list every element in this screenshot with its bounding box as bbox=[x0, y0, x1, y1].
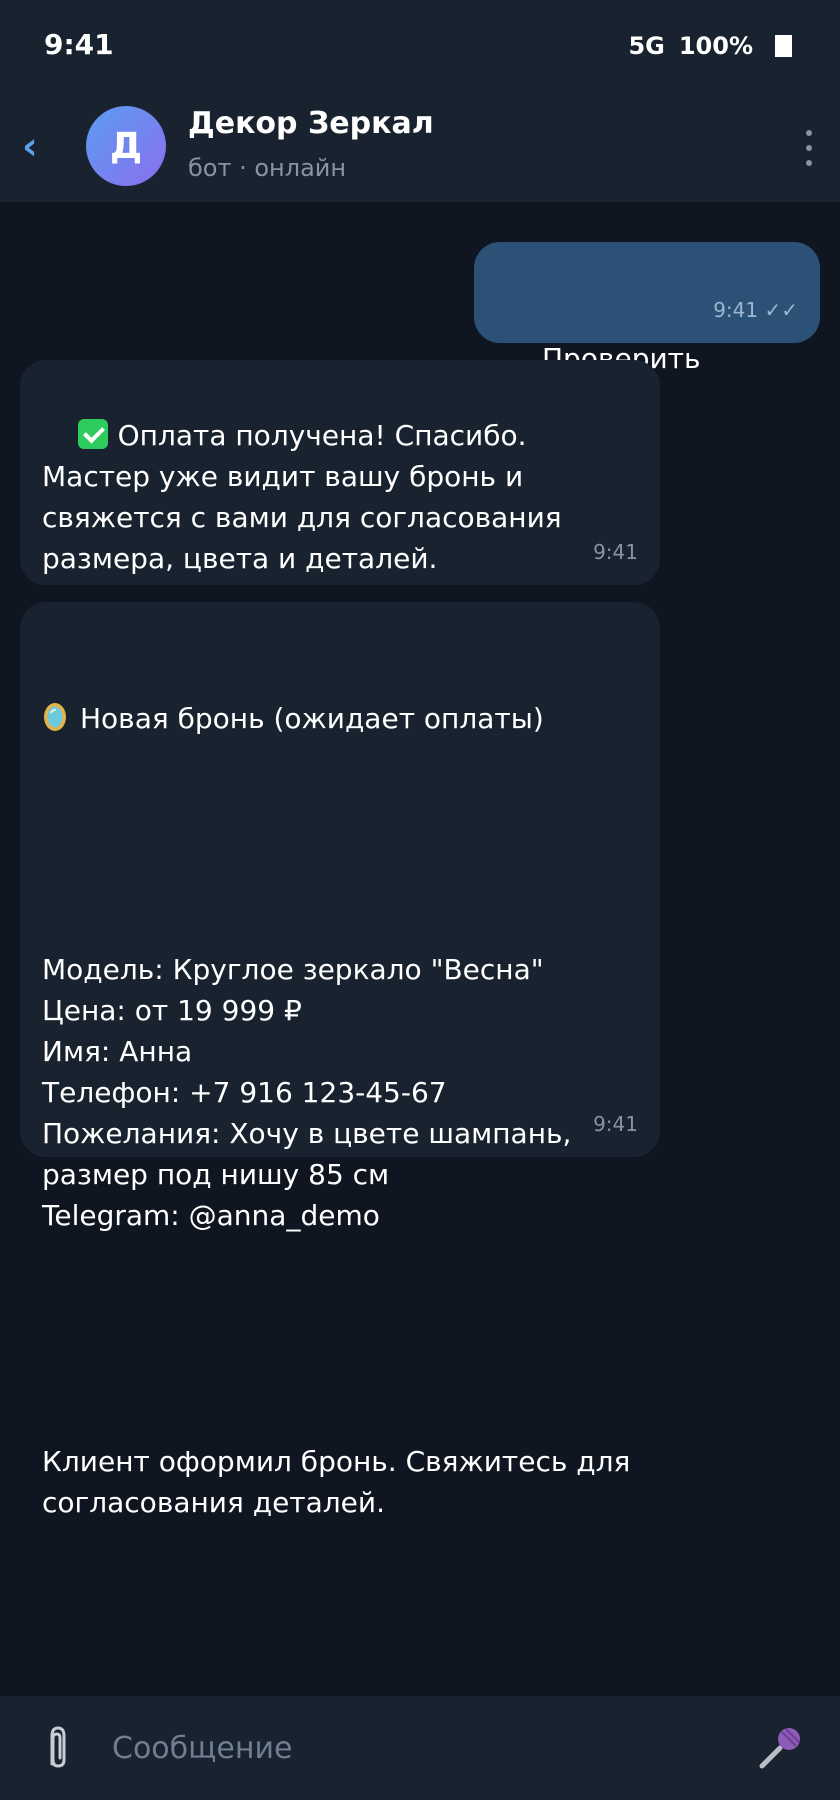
check-mark-button-icon bbox=[77, 419, 108, 449]
more-vert-icon[interactable] bbox=[804, 130, 814, 166]
outgoing-message[interactable]: END Проверить оплату 9:41 ✓✓ bbox=[474, 242, 820, 478]
avatar[interactable]: Д bbox=[86, 106, 166, 186]
chat-title[interactable]: Декор Зеркал bbox=[188, 106, 434, 141]
mirror-icon bbox=[42, 701, 68, 744]
booking-title-row: Новая бронь (ожидает оплаты) bbox=[42, 698, 636, 744]
outgoing-message-meta: 9:41 ✓✓ bbox=[713, 290, 798, 331]
status-time: 9:41 bbox=[44, 28, 114, 61]
incoming-message[interactable]: Оплата получена! Спасибо. Мастер уже вид… bbox=[20, 360, 660, 585]
status-bar: 9:41 5G 100% bbox=[0, 0, 840, 92]
booking-title: Новая бронь (ожидает оплаты) bbox=[80, 702, 544, 735]
battery-label: 100% bbox=[678, 32, 753, 60]
avatar-letter: Д bbox=[109, 125, 143, 167]
booking-details: Модель: Круглое зеркало "Весна" Цена: от… bbox=[42, 953, 572, 1232]
battery-icon bbox=[775, 35, 792, 57]
message-time: 9:41 bbox=[593, 1112, 638, 1136]
message-time: 9:41 bbox=[713, 298, 759, 322]
booking-message[interactable]: Новая бронь (ожидает оплаты) Модель: Кру… bbox=[20, 602, 660, 1519]
chat-subtitle: бот · онлайн bbox=[188, 154, 347, 182]
message-input-bar bbox=[0, 1696, 840, 1800]
message-time: 9:41 bbox=[593, 540, 638, 564]
booking-footer: Клиент оформил бронь. Свяжитесь для согл… bbox=[42, 1445, 631, 1519]
microphone-icon[interactable] bbox=[756, 1724, 804, 1772]
incoming-message-text: Оплата получена! Спасибо. Мастер уже вид… bbox=[42, 419, 571, 575]
chat-header: ‹ Д Декор Зеркал бот · онлайн bbox=[0, 92, 840, 202]
status-indicators: 5G 100% bbox=[628, 32, 792, 60]
chat-screen: 9:41 5G 100% ‹ Д Декор Зеркал бот · онла… bbox=[0, 0, 840, 1800]
paperclip-icon[interactable] bbox=[42, 1724, 74, 1772]
message-input[interactable] bbox=[112, 1726, 712, 1770]
network-label: 5G bbox=[628, 32, 665, 60]
read-status-icon: ✓✓ bbox=[764, 298, 798, 322]
back-chevron-icon[interactable]: ‹ bbox=[22, 127, 50, 165]
